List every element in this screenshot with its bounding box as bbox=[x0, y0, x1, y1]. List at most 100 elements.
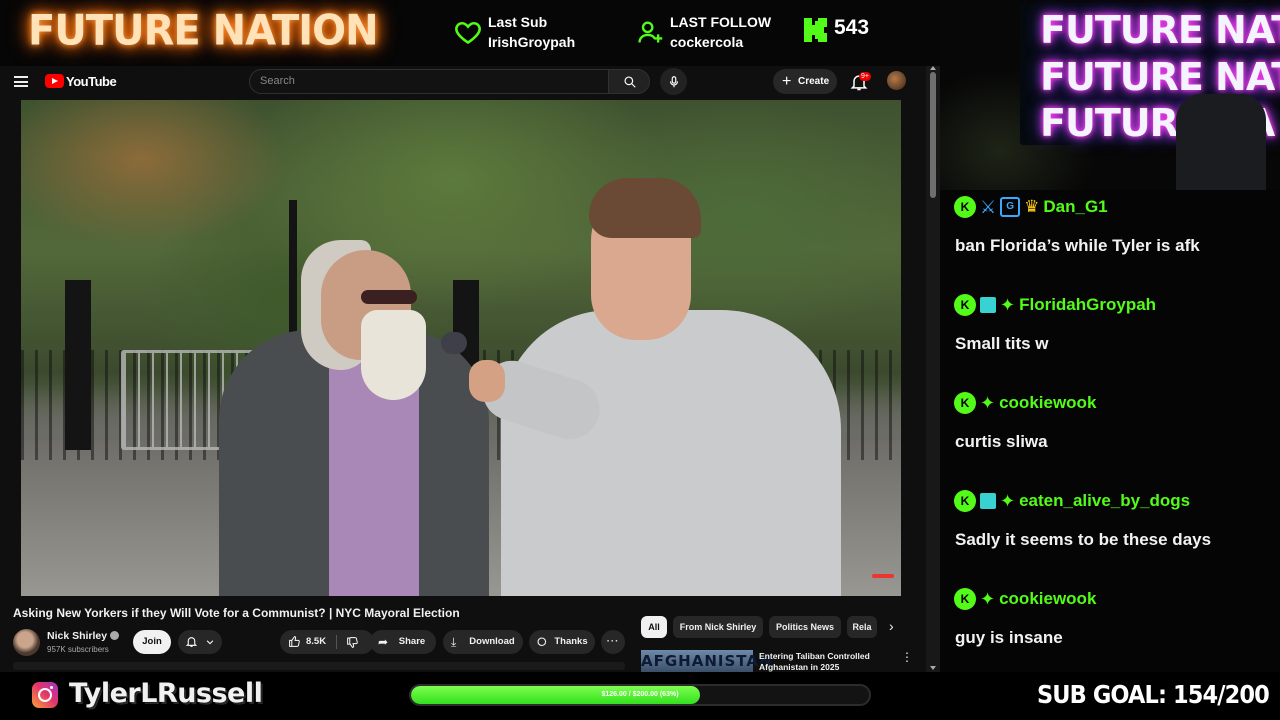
thumbs-up-icon bbox=[289, 636, 300, 647]
share-label: Share bbox=[398, 636, 426, 647]
future-nation-logo: FUTURE NATION bbox=[28, 6, 379, 56]
account-avatar[interactable] bbox=[887, 71, 906, 90]
notification-badge: 9+ bbox=[859, 72, 871, 81]
interviewee-beard bbox=[361, 310, 426, 400]
search-button[interactable] bbox=[608, 69, 650, 94]
viewer-count: 543 bbox=[834, 16, 870, 39]
chip-related[interactable]: Rela bbox=[847, 616, 877, 638]
thanks-icon: ⭘ bbox=[537, 635, 547, 649]
sword-icon: ⚔ bbox=[980, 197, 997, 217]
last-follow-widget: LAST FOLLOW cockercola bbox=[636, 12, 796, 56]
chat-username[interactable]: Dan_G1 bbox=[1043, 197, 1107, 217]
youtube-header: YouTube Search + Create 9+ bbox=[0, 66, 926, 98]
chip-icon: G bbox=[1000, 197, 1021, 217]
microphone-icon bbox=[669, 75, 678, 87]
menu-icon[interactable] bbox=[14, 76, 28, 87]
sub-goal-counter: SUB GOAL: 154/200 bbox=[1037, 680, 1270, 709]
channel-avatar[interactable] bbox=[13, 629, 40, 656]
interviewee-glasses bbox=[361, 290, 417, 304]
related-title[interactable]: Entering Taliban Controlled Afghanistan … bbox=[759, 651, 883, 672]
diamond-icon: ✦ bbox=[980, 589, 996, 609]
chat-username[interactable]: cookiewook bbox=[999, 589, 1096, 609]
like-button[interactable]: 8.5K bbox=[280, 630, 374, 654]
neon-sign-line-2: FUTURE NATION bbox=[1040, 55, 1280, 99]
chat-username[interactable]: FloridahGroypah bbox=[1019, 295, 1156, 315]
scroll-up-arrow-icon[interactable] bbox=[930, 66, 936, 70]
kebab-menu-icon[interactable]: ⋮ bbox=[901, 650, 911, 664]
interviewer-hair bbox=[589, 178, 701, 238]
download-label: Download bbox=[469, 636, 515, 647]
chat-user-row: K ✦ FloridahGroypah bbox=[954, 294, 1156, 322]
plus-icon: + bbox=[782, 73, 792, 90]
chip-all[interactable]: All bbox=[641, 616, 667, 638]
subscribe-watermark[interactable] bbox=[872, 574, 894, 578]
related-video-item[interactable]: AFGHANISTAN Entering Taliban Controlled … bbox=[641, 650, 911, 672]
youtube-logo-icon[interactable] bbox=[45, 74, 64, 88]
search-icon bbox=[624, 76, 636, 88]
create-button[interactable]: + Create bbox=[773, 69, 837, 94]
chat-text: curtis sliwa bbox=[955, 432, 1048, 451]
chip-from-channel[interactable]: From Nick Shirley bbox=[673, 616, 763, 638]
stream-chat-panel: FUTURE NATION FUTURE NATION FUTURE NA K⚔… bbox=[940, 0, 1280, 672]
page-scrollbar[interactable] bbox=[926, 66, 940, 672]
share-button[interactable]: ➦ Share bbox=[370, 630, 436, 654]
subscription-bell-button[interactable] bbox=[178, 630, 222, 654]
donation-goal-text: $126.00 / $200.00 (63%) bbox=[601, 691, 679, 698]
download-button[interactable]: ⤓ Download bbox=[443, 630, 523, 654]
gift-icon bbox=[980, 297, 996, 313]
youtube-window: YouTube Search + Create 9+ Asking New Yo… bbox=[0, 66, 940, 672]
interviewer-hoodie bbox=[501, 310, 841, 596]
heart-outline-icon bbox=[455, 21, 481, 45]
like-count: 8.5K bbox=[306, 636, 327, 647]
last-follow-text: LAST FOLLOW cockercola bbox=[670, 12, 771, 52]
webcam-feed: FUTURE NATION FUTURE NATION FUTURE NA bbox=[940, 0, 1280, 190]
last-follow-label: LAST FOLLOW bbox=[670, 14, 772, 30]
search-input[interactable]: Search bbox=[249, 69, 609, 94]
last-sub-text: Last Sub IrishGroypah bbox=[488, 12, 575, 52]
gaming-chair bbox=[1176, 94, 1266, 190]
video-title: Asking New Yorkers if they Will Vote for… bbox=[13, 606, 460, 620]
last-sub-label: Last Sub bbox=[488, 14, 548, 30]
create-label: Create bbox=[798, 76, 830, 87]
related-filter-chips: All From Nick Shirley Politics News Rela… bbox=[641, 616, 911, 638]
youtube-logo-text[interactable]: YouTube bbox=[66, 74, 117, 89]
chat-username[interactable]: eaten_alive_by_dogs bbox=[1019, 491, 1190, 511]
kick-viewer-count: 543 bbox=[802, 16, 892, 48]
neon-sign-line-1: FUTURE NATION bbox=[1040, 8, 1280, 52]
voice-search-button[interactable] bbox=[660, 68, 687, 95]
thanks-button[interactable]: ⭘ Thanks bbox=[529, 630, 595, 654]
chip-politics-news[interactable]: Politics News bbox=[769, 616, 841, 638]
diamond-icon: ✦ bbox=[1000, 295, 1016, 315]
donation-goal-bar: $126.00 / $200.00 (63%) bbox=[409, 684, 871, 706]
bell-icon bbox=[185, 637, 198, 647]
kick-icon: K bbox=[954, 196, 976, 218]
chat-text: Small tits w bbox=[955, 334, 1049, 353]
video-player[interactable] bbox=[21, 100, 901, 596]
instagram-handle: TylerLRussell bbox=[69, 678, 263, 709]
diamond-icon: ✦ bbox=[980, 393, 996, 413]
chat-text: Sadly it seems to be these days bbox=[955, 530, 1212, 549]
kick-icon: K bbox=[954, 588, 976, 610]
scroll-thumb[interactable] bbox=[930, 72, 936, 198]
related-thumbnail[interactable]: AFGHANISTAN bbox=[641, 650, 772, 672]
thumbs-down-icon[interactable] bbox=[346, 636, 359, 649]
channel-name[interactable]: Nick Shirley bbox=[47, 630, 120, 642]
subscriber-count: 957K subscribers bbox=[47, 645, 109, 654]
last-follow-name: cockercola bbox=[670, 34, 744, 50]
chat-text: guy is insane bbox=[955, 628, 1063, 647]
chat-user-row: K ✦ eaten_alive_by_dogs bbox=[954, 490, 1190, 518]
chat-user-row: K ✦ cookiewook bbox=[954, 588, 1096, 616]
description-box[interactable] bbox=[13, 662, 625, 670]
chat-username[interactable]: cookiewook bbox=[999, 393, 1096, 413]
crown-icon: ♛ bbox=[1024, 197, 1040, 216]
like-divider bbox=[336, 635, 337, 649]
user-plus-icon bbox=[638, 21, 663, 43]
chevron-right-icon[interactable]: › bbox=[889, 618, 894, 634]
stream-top-bar: FUTURE NATION Last Sub IrishGroypah LAST… bbox=[0, 0, 940, 66]
chevron-down-icon bbox=[206, 640, 214, 645]
scroll-down-arrow-icon[interactable] bbox=[930, 666, 936, 670]
join-button[interactable]: Join bbox=[133, 630, 171, 654]
channel-name-text[interactable]: Nick Shirley bbox=[47, 630, 107, 642]
chat-user-row: K ⚔ G ♛ Dan_G1 bbox=[954, 196, 1108, 224]
more-actions-button[interactable]: ··· bbox=[601, 630, 625, 654]
